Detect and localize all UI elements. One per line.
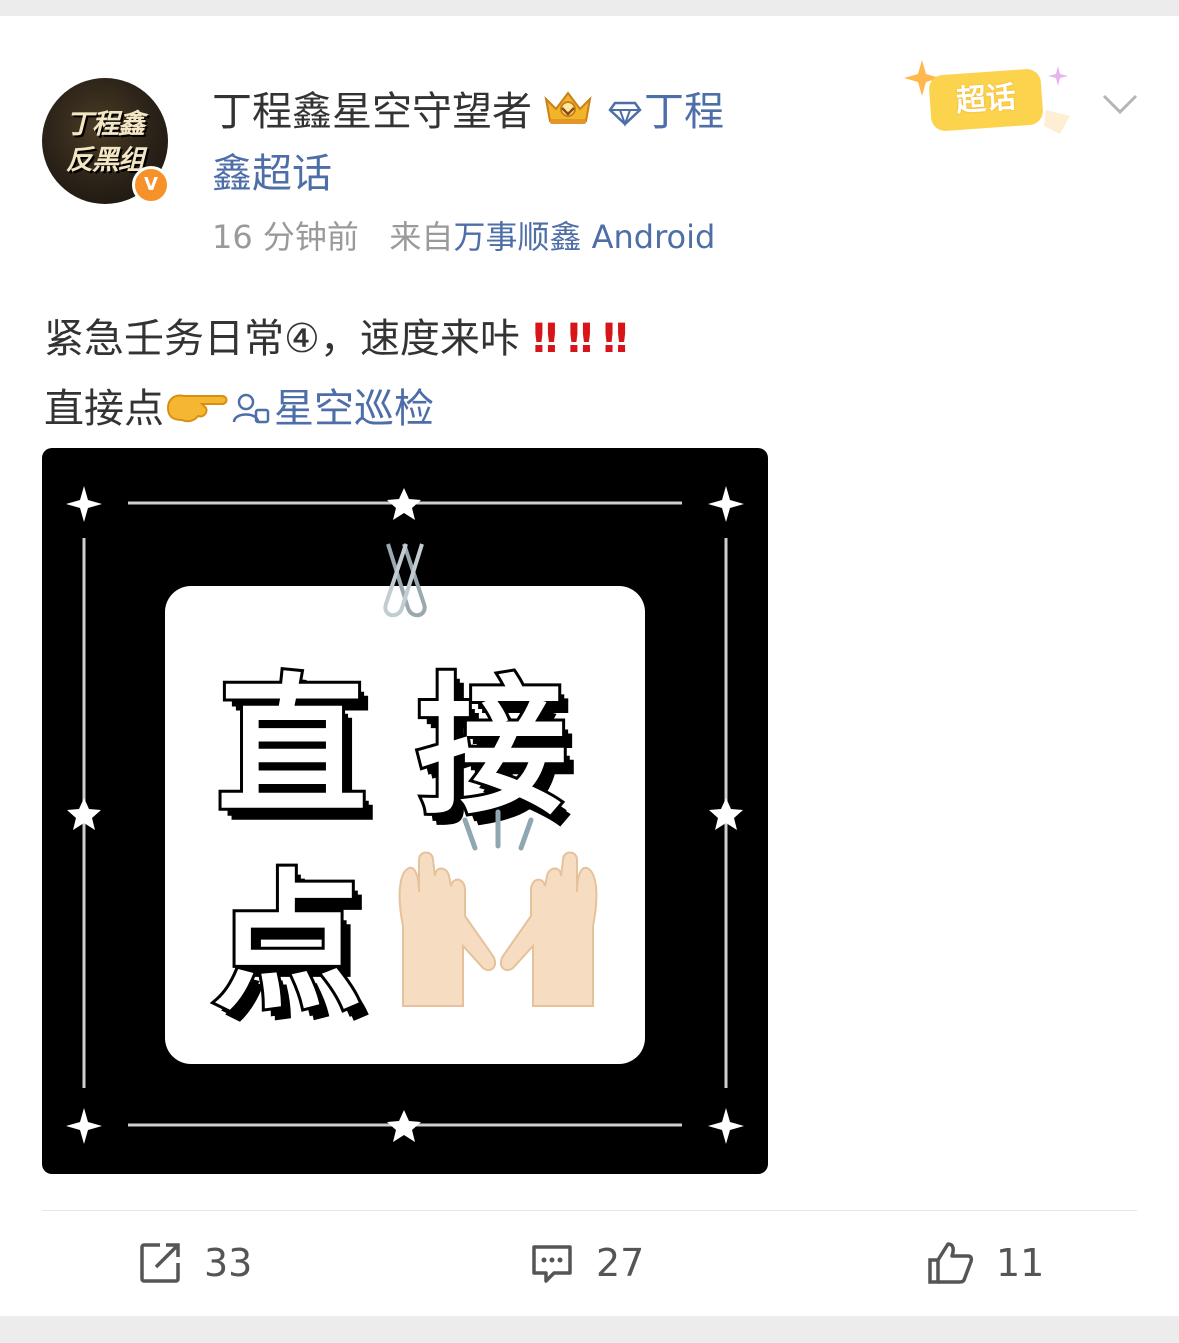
divider xyxy=(42,1210,1137,1211)
author-line: 丁程鑫星空守望者 丁程鑫超话 xyxy=(212,82,812,204)
super-topic-link[interactable]: 丁程 xyxy=(644,89,724,135)
post-line1: 紧急壬务日常④，速度来咔 xyxy=(44,316,520,362)
post-body: 紧急壬务日常④，速度来咔 ‼ ‼ ‼ 直接点 星空巡检 xyxy=(44,304,638,450)
post-source[interactable]: 万事顺鑫 Android xyxy=(453,218,715,256)
badge-label: 超话 xyxy=(928,68,1044,132)
comment-icon xyxy=(532,1245,572,1283)
weibo-post-card: 丁程鑫 反黑组 V 丁程鑫星空守望者 丁程 鑫超话 16 分钟前 来自万事顺鑫 An… xyxy=(0,16,1179,1316)
post-time: 16 分钟前 xyxy=(212,218,359,256)
verified-badge: V xyxy=(132,166,170,204)
repost-icon xyxy=(140,1243,180,1283)
repost-count: 33 xyxy=(204,1241,253,1285)
super-topic-link-icon xyxy=(230,380,274,450)
image-char-1: 直 xyxy=(214,656,370,838)
avatar-text-line1: 丁程鑫 xyxy=(66,109,145,140)
like-count: 11 xyxy=(996,1241,1045,1285)
repost-button[interactable]: 33 xyxy=(138,1238,252,1288)
raising-hands-icon xyxy=(398,809,598,1007)
diamond-icon xyxy=(608,84,642,144)
comment-count: 27 xyxy=(596,1241,645,1285)
like-button[interactable]: 11 xyxy=(926,1238,1044,1288)
exclamation-icon: ‼ xyxy=(532,316,558,362)
image-card: 直 接 点 xyxy=(165,586,645,1064)
thumbs-up-icon xyxy=(928,1242,974,1284)
comment-button[interactable]: 27 xyxy=(530,1238,644,1288)
exclamation-icon: ‼ xyxy=(602,316,628,362)
exclamation-icon: ‼ xyxy=(567,316,593,362)
super-topic-badge[interactable]: 超话 xyxy=(900,60,1080,140)
chevron-down-icon[interactable] xyxy=(1100,88,1140,118)
paperclip-icon xyxy=(383,543,427,618)
post-line2-prefix: 直接点 xyxy=(44,386,164,432)
image-char-3: 点 xyxy=(210,852,366,1034)
post-image[interactable]: 直 接 点 xyxy=(42,448,768,1174)
crown-icon xyxy=(542,84,594,124)
post-meta: 16 分钟前 来自万事顺鑫 Android xyxy=(212,212,715,258)
topic-link[interactable]: 星空巡检 xyxy=(274,386,434,432)
pointing-right-icon xyxy=(164,380,230,450)
source-prefix: 来自 xyxy=(389,218,454,256)
super-topic-link-cont[interactable]: 鑫超话 xyxy=(212,151,332,197)
author-name[interactable]: 丁程鑫星空守望者 xyxy=(212,89,532,135)
